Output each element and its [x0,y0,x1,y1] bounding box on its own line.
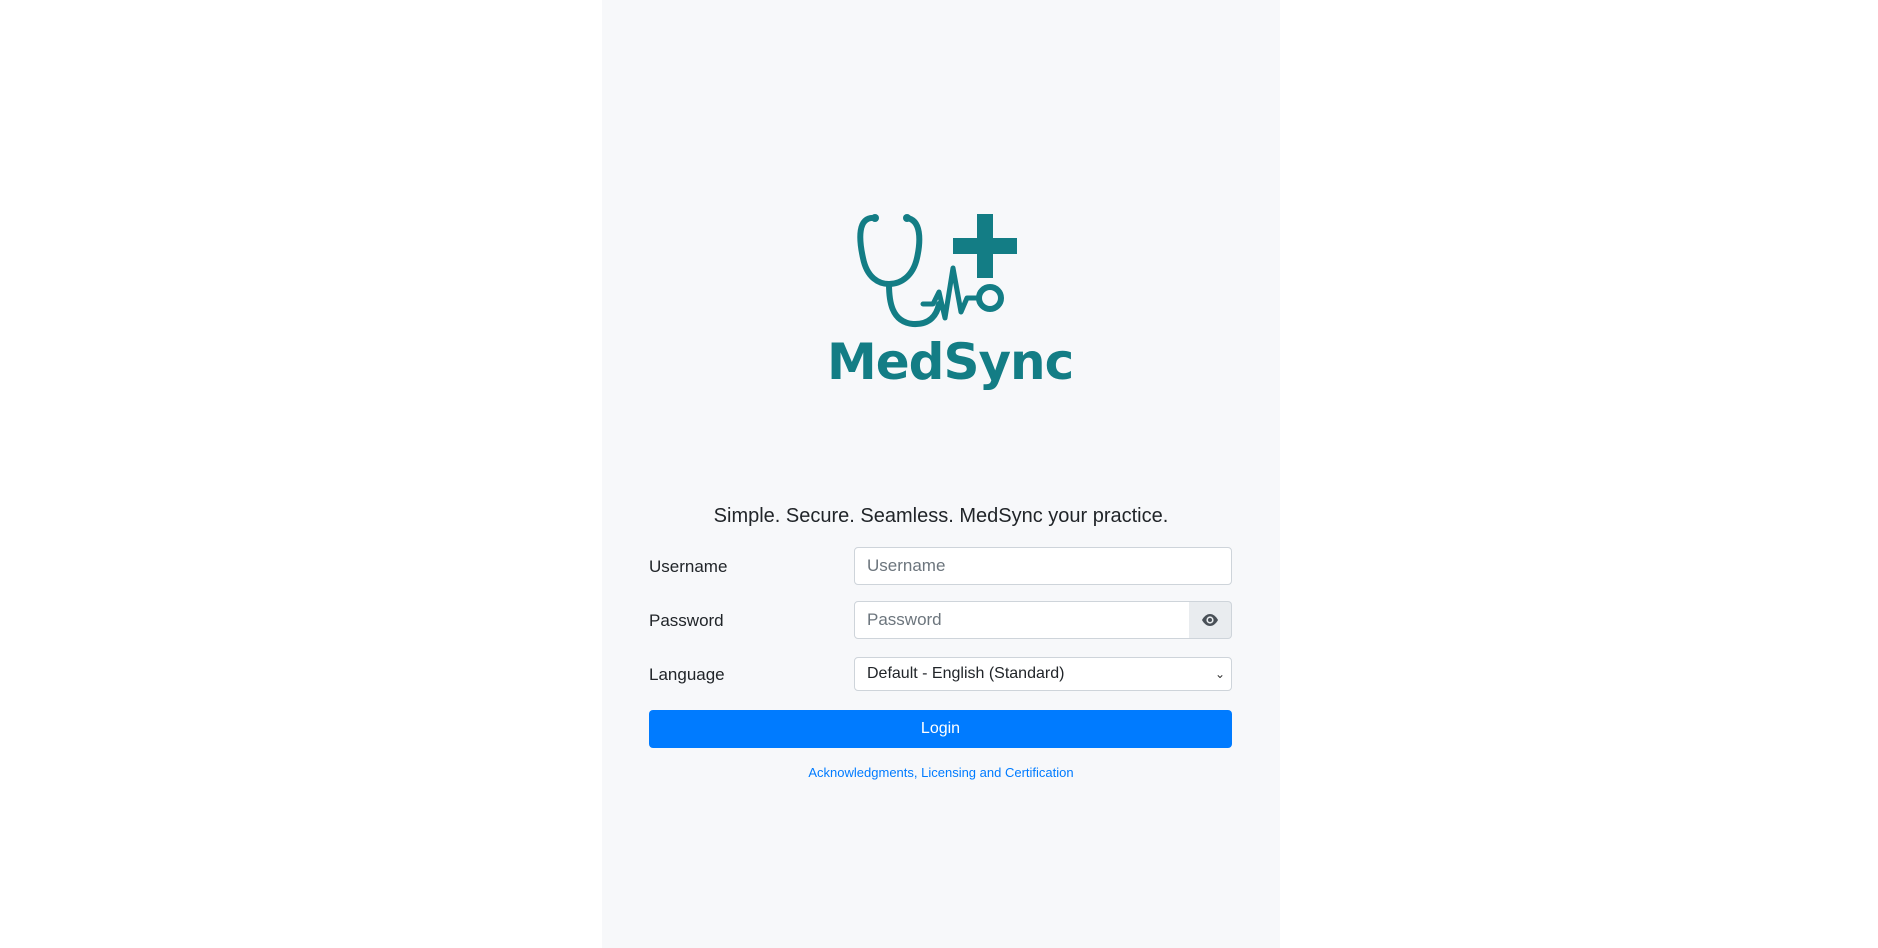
username-label: Username [649,557,728,576]
password-row: Password [649,601,1232,639]
password-label: Password [649,611,724,630]
login-panel: MedSync Simple. Secure. Seamless. MedSyn… [602,0,1280,948]
acknowledgments-link[interactable]: Acknowledgments, Licensing and Certifica… [602,765,1280,780]
login-button[interactable]: Login [649,710,1232,748]
chevron-down-icon: ⌄ [1214,667,1225,681]
eye-icon [1202,614,1218,626]
language-selected-value: Default - English (Standard) [867,665,1065,682]
stethoscope-cross-icon [857,214,1017,328]
tagline: Simple. Secure. Seamless. MedSync your p… [713,505,1169,527]
language-label: Language [649,665,725,684]
language-select[interactable]: Default - English (Standard) ⌄ [854,657,1232,691]
login-form: Username Password Language Default - Eng… [649,547,1232,709]
brand-name: MedSync [827,333,1074,391]
show-password-button[interactable] [1189,601,1232,639]
username-row: Username [649,547,1232,585]
username-input[interactable] [854,547,1232,585]
language-row: Language Default - English (Standard) ⌄ [649,655,1232,693]
password-input[interactable] [854,601,1190,639]
medsync-logo: MedSync [827,200,1074,400]
